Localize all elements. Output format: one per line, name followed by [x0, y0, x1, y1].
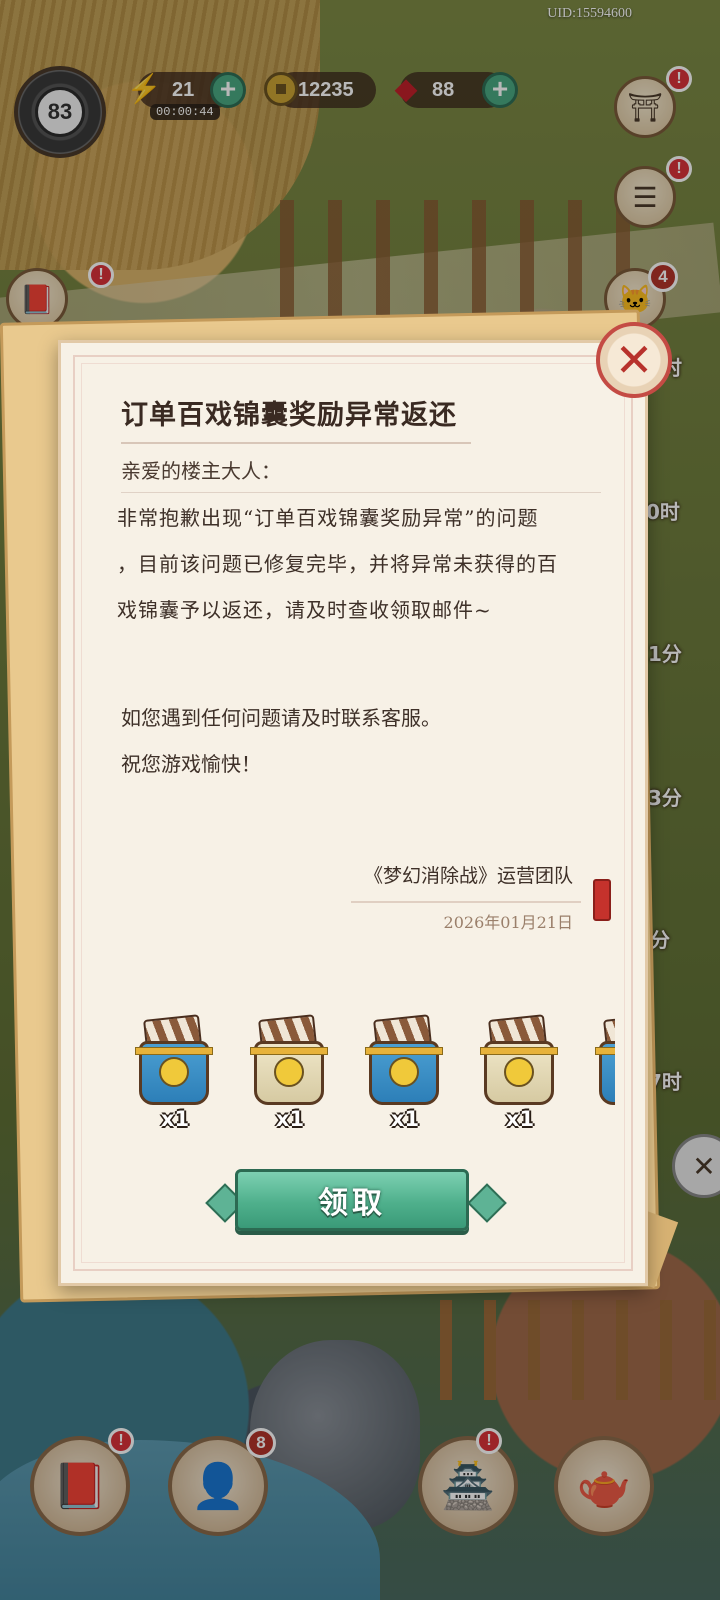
brocade-pouch-icon — [480, 1014, 558, 1107]
close-x-icon: ✕ — [614, 333, 654, 387]
mail-closing-line: 祝您游戏愉快！ — [121, 752, 261, 776]
mail-body: 非常抱歉出现“订单百戏锦囊奖励异常”的问题 ，目前该问题已修复完毕，并将异常未获… — [117, 506, 558, 622]
reward-list[interactable]: x1 x1 x1 x1 x1 — [125, 1011, 615, 1141]
reward-quantity: x1 — [275, 1107, 305, 1131]
mail-closing-line: 如您遇到任何问题请及时联系客服。 — [121, 706, 441, 730]
reward-item[interactable]: x1 — [470, 1011, 570, 1141]
reward-quantity: x1 — [390, 1107, 420, 1131]
reward-item[interactable]: x1 — [585, 1011, 615, 1141]
reward-quantity: x1 — [605, 1107, 615, 1131]
close-mail-button[interactable]: ✕ — [596, 322, 672, 398]
reward-item[interactable]: x1 — [240, 1011, 340, 1141]
brocade-pouch-icon — [365, 1014, 443, 1107]
mail-signature: 《梦幻消除战》运营团队 — [363, 865, 573, 887]
reward-item[interactable]: x1 — [355, 1011, 455, 1141]
reward-quantity: x1 — [160, 1107, 190, 1131]
ornament-left-icon — [205, 1183, 245, 1223]
brocade-pouch-icon — [595, 1014, 615, 1107]
ornament-right-icon — [467, 1183, 507, 1223]
reward-item[interactable]: x1 — [125, 1011, 225, 1141]
mail-greeting: 亲爱的楼主大人： — [121, 455, 601, 493]
reward-quantity: x1 — [505, 1107, 535, 1131]
mail-letter-panel: 订单百戏锦囊奖励异常返还 亲爱的楼主大人： 非常抱歉出现“订单百戏锦囊奖励异常”… — [58, 340, 648, 1286]
brocade-pouch-icon — [250, 1014, 328, 1107]
red-seal-icon — [593, 879, 611, 921]
mail-date: 2026年01月21日 — [443, 913, 573, 932]
brocade-pouch-icon — [135, 1014, 213, 1107]
signature-underline — [351, 901, 581, 903]
claim-button[interactable]: 领取 — [235, 1169, 469, 1231]
mail-title: 订单百戏锦囊奖励异常返还 — [121, 393, 471, 444]
mail-closing: 如您遇到任何问题请及时联系客服。 祝您游戏愉快！ — [121, 695, 601, 787]
claim-button-group: 领取 — [205, 1169, 507, 1235]
